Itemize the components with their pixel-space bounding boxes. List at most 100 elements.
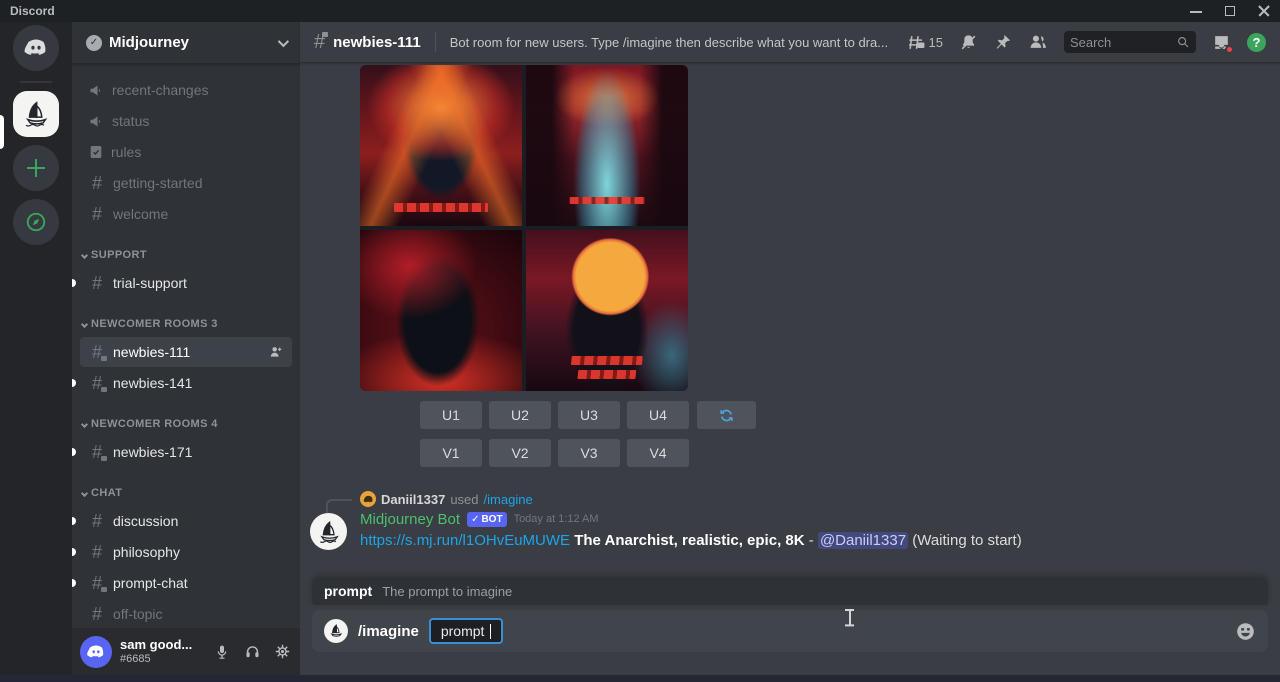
sidebar-item-getting-started[interactable]: # getting-started — [80, 168, 292, 198]
threads-hash-icon — [907, 33, 926, 52]
emoji-picker-button[interactable] — [1235, 621, 1256, 642]
sidebar-item-discussion[interactable]: # discussion — [80, 506, 292, 536]
reply-command-link[interactable]: /imagine — [484, 492, 533, 507]
channel-name: newbies-111 — [113, 344, 261, 360]
pinned-messages-button[interactable] — [994, 33, 1012, 51]
category-newcomer-rooms-4[interactable]: NEWCOMER ROOMS 4 — [80, 412, 300, 436]
sidebar-item-trial-support[interactable]: # trial-support — [80, 268, 292, 298]
category-newcomer-rooms-3[interactable]: NEWCOMER ROOMS 3 — [80, 312, 300, 336]
upscale-2-button[interactable]: U2 — [489, 401, 551, 429]
message-input[interactable]: /imagine prompt — [312, 610, 1268, 652]
prompt-option-field[interactable]: prompt — [429, 618, 504, 644]
prompt-text: The Anarchist, realistic, epic, 8K — [574, 532, 804, 549]
sidebar-item-newbies-141[interactable]: # newbies-141 — [80, 368, 292, 398]
home-button[interactable] — [13, 25, 59, 71]
sidebar-item-rules[interactable]: rules — [80, 137, 292, 167]
create-invite-icon[interactable] — [268, 344, 284, 360]
upscale-1-button[interactable]: U1 — [420, 401, 482, 429]
variation-1-button[interactable]: V1 — [420, 439, 482, 467]
channel-name: philosophy — [113, 544, 284, 560]
channel-name: discussion — [113, 513, 284, 529]
reply-action: used — [450, 492, 478, 507]
option-name: prompt — [324, 583, 372, 599]
sidebar-item-newbies-171[interactable]: # newbies-171 — [80, 437, 292, 467]
preview-image-1[interactable] — [360, 65, 522, 226]
rail-divider — [20, 81, 52, 83]
preview-image-4[interactable] — [526, 230, 688, 391]
mute-mic-button[interactable] — [212, 642, 232, 662]
user-panel: sam good... #6685 — [72, 628, 300, 675]
deafen-button[interactable] — [242, 642, 262, 662]
close-icon[interactable] — [1258, 5, 1270, 17]
user-info[interactable]: sam good... #6685 — [120, 638, 204, 666]
headphones-icon — [244, 643, 261, 660]
sidebar-item-newbies-111[interactable]: # newbies-111 — [80, 337, 292, 367]
reply-context[interactable]: Daniil1337 used /imagine — [360, 491, 1280, 507]
sidebar-item-philosophy[interactable]: # philosophy — [80, 537, 292, 567]
user-mention[interactable]: @Daniil1337 — [818, 532, 908, 549]
message-list: U1 U2 U3 U4 V1 V2 V3 V4 — [300, 63, 1280, 577]
search-icon — [1176, 35, 1190, 49]
user-settings-button[interactable] — [272, 642, 292, 662]
server-header[interactable]: ✓ Midjourney — [72, 22, 300, 64]
image-title-art — [571, 356, 643, 365]
explore-servers-button[interactable] — [13, 199, 59, 245]
upscale-4-button[interactable]: U4 — [627, 401, 689, 429]
chevron-down-icon — [81, 251, 88, 258]
variation-3-button[interactable]: V3 — [558, 439, 620, 467]
help-button[interactable]: ? — [1247, 33, 1266, 52]
variation-4-button[interactable]: V4 — [627, 439, 689, 467]
bot-username[interactable]: Midjourney Bot — [360, 511, 460, 528]
bell-slash-icon — [959, 33, 978, 52]
preview-image-3[interactable] — [360, 230, 522, 391]
megaphone-icon — [88, 82, 105, 99]
bot-message: Daniil1337 used /imagine — [300, 491, 1280, 551]
chat-area: # newbies-111 Bot room for new users. Ty… — [300, 22, 1280, 675]
category-chat[interactable]: CHAT — [80, 481, 300, 505]
add-server-button[interactable] — [13, 145, 59, 191]
sidebar-item-status[interactable]: status — [80, 106, 292, 136]
minimize-icon[interactable] — [1190, 5, 1202, 17]
chevron-down-icon — [81, 320, 88, 327]
sidebar-item-recent-changes[interactable]: recent-changes — [80, 75, 292, 105]
preview-image-2[interactable] — [526, 65, 688, 226]
category-support[interactable]: SUPPORT — [80, 243, 300, 267]
inbox-button[interactable] — [1212, 33, 1231, 52]
chevron-down-icon — [81, 489, 88, 496]
threads-button[interactable]: 15 — [907, 33, 943, 52]
user-discriminator: #6685 — [120, 653, 204, 666]
hash-chat-icon: # — [88, 442, 106, 463]
category-label: NEWCOMER ROOMS 3 — [91, 318, 218, 330]
sailboat-icon — [21, 99, 51, 129]
discord-logo-icon — [23, 35, 49, 61]
unread-indicator — [72, 579, 76, 587]
upscale-3-button[interactable]: U3 — [558, 401, 620, 429]
sidebar-item-off-topic[interactable]: # off-topic — [80, 599, 292, 628]
sidebar-item-prompt-chat[interactable]: # prompt-chat — [80, 568, 292, 598]
reply-spine — [326, 499, 352, 513]
bot-avatar[interactable] — [310, 513, 347, 550]
upscale-button-row: U1 U2 U3 U4 — [420, 401, 1280, 429]
variation-2-button[interactable]: V2 — [489, 439, 551, 467]
reroll-button[interactable] — [697, 401, 756, 429]
midjourney-grid-message: U1 U2 U3 U4 V1 V2 V3 V4 — [360, 65, 1280, 467]
question-icon: ? — [1253, 35, 1261, 50]
hash-chat-icon: # — [88, 373, 106, 394]
slash-command-suggestion[interactable]: prompt The prompt to imagine — [312, 577, 1268, 605]
job-link[interactable]: https://s.mj.run/l1OHvEuMUWE — [360, 532, 570, 549]
user-avatar[interactable] — [80, 636, 112, 668]
search-placeholder: Search — [1070, 35, 1172, 50]
sidebar-item-welcome[interactable]: # welcome — [80, 199, 292, 229]
maximize-icon[interactable] — [1224, 5, 1236, 17]
member-list-button[interactable] — [1028, 32, 1048, 52]
job-status: (Waiting to start) — [912, 532, 1021, 549]
server-icon-midjourney[interactable] — [13, 91, 59, 137]
channel-topic[interactable]: Bot room for new users. Type /imagine th… — [450, 35, 888, 50]
generated-image-grid[interactable] — [360, 65, 688, 391]
compass-icon — [25, 211, 47, 233]
channel-header: # newbies-111 Bot room for new users. Ty… — [300, 22, 1280, 63]
reply-author[interactable]: Daniil1337 — [381, 492, 445, 507]
notification-settings-button[interactable] — [959, 33, 978, 52]
hash-icon: # — [88, 173, 106, 194]
search-input[interactable]: Search — [1064, 31, 1196, 53]
